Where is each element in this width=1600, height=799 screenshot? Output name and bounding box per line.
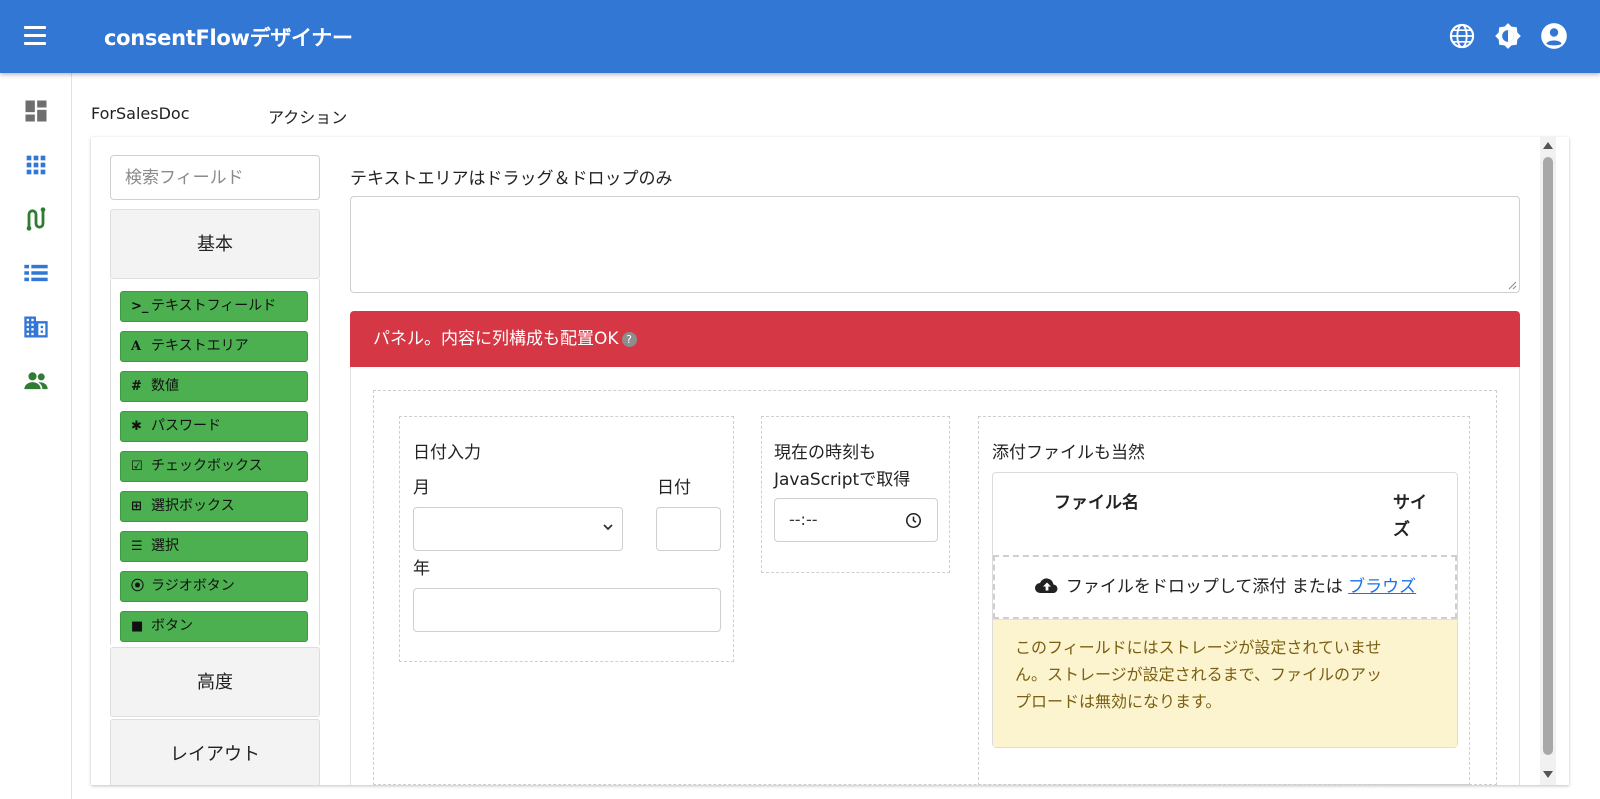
tab-forsalesdoc[interactable]: ForSalesDoc [91,104,190,123]
form-builder-card: 基本 >_テキストフィールド A テキストエリア # 数値 ✱ パスワード ☑ チェック… [91,137,1569,785]
component-label: テキストエリア [151,338,249,354]
component-label: ラジオボタン [151,578,235,594]
component-label: パスワード [151,418,221,434]
globe-icon[interactable] [1448,22,1476,50]
hash-icon: # [131,379,142,394]
building-icon[interactable] [22,313,50,341]
component-password[interactable]: ✱ パスワード [120,411,308,442]
date-label: 日付入力 [413,443,481,463]
component-checkbox[interactable]: ☑ チェックボックス [120,451,308,482]
apps-grid-icon[interactable] [22,151,50,179]
asterisk-icon: ✱ [131,419,142,434]
component-text-area[interactable]: A テキストエリア [120,331,308,362]
time-label-line2: JavaScriptで取得 [774,470,911,490]
side-rail [0,73,72,799]
component-select-boxes[interactable]: ⊞ 選択ボックス [120,491,308,522]
time-label-line1: 現在の時刻も [774,443,876,463]
file-dropzone[interactable]: ファイルをドロップして添付 または ブラウズ [993,555,1457,619]
radio-icon: ⦿ [131,579,145,594]
scrollbar-thumb[interactable] [1543,157,1553,755]
terminal-icon: >_ [131,299,149,314]
app-title: consentFlowデザイナー [104,26,353,50]
tab-actions[interactable]: アクション [268,104,347,128]
component-number[interactable]: # 数値 [120,371,308,402]
browse-link[interactable]: ブラウズ [1348,577,1416,597]
month-select[interactable] [413,507,623,551]
warning-text-line2: ん。ストレージが設定されるまで、ファイルのアッ [1015,665,1383,684]
stop-icon: ■ [131,619,144,634]
resize-handle-icon[interactable] [1508,281,1517,290]
time-value: --:-- [789,510,818,529]
file-label: 添付ファイルも当然 [992,443,1145,463]
column-header-size-line1: サイ [1393,493,1427,513]
component-select[interactable]: ☰ 選択 [120,531,308,562]
checkbox-icon: ☑ [131,459,143,474]
component-button[interactable]: ■ ボタン [120,611,308,642]
group-advanced-header[interactable]: 高度 [110,647,320,717]
group-layout-header[interactable]: レイアウト [110,719,320,785]
brightness-icon[interactable] [1494,22,1522,50]
textarea-label: テキストエリアはドラッグ＆ドロップのみ [350,169,673,189]
component-label: ボタン [151,618,193,634]
column-header-size-line2: ズ [1393,520,1410,540]
file-table: ファイル名 サイ ズ ファイルをドロップして添付 または ブラウズ このフィール… [992,472,1458,748]
people-icon[interactable] [22,367,50,395]
warning-text-line3: プロードは無効になります。 [1015,692,1222,711]
font-icon: A [131,339,142,354]
time-input[interactable]: --:-- [774,498,938,542]
day-label: 日付 [657,478,691,498]
textarea-input[interactable] [350,196,1520,293]
app-bar: consentFlowデザイナー [0,0,1600,73]
component-radio[interactable]: ⦿ ラジオボタン [120,571,308,602]
day-input[interactable] [656,507,721,551]
component-label: 数値 [151,378,179,394]
chevron-down-icon [603,524,613,531]
help-icon[interactable]: ? [621,332,637,347]
list-icon[interactable] [22,259,50,287]
cloud-upload-icon [1034,578,1058,593]
list-icon: ☰ [131,539,143,554]
menu-icon[interactable] [20,24,52,50]
component-label: 選択ボックス [151,498,235,514]
panel-header[interactable]: パネル。内容に列構成も配置OK? [350,311,1520,367]
month-label: 月 [413,478,430,498]
column-header-filename: ファイル名 [1054,493,1139,513]
year-label: 年 [413,559,430,579]
scroll-down-arrow-icon[interactable] [1543,771,1553,778]
dashboard-icon[interactable] [22,97,50,125]
clock-icon[interactable] [905,512,922,529]
panel-title: パネル。内容に列構成も配置OK [373,329,619,349]
drop-text: ファイルをドロップして添付 または [1065,577,1343,597]
plus-square-icon: ⊞ [131,499,142,514]
route-icon[interactable] [22,205,50,233]
year-input[interactable] [413,588,721,632]
component-label: 選択 [151,538,179,554]
component-text-field[interactable]: >_ テキストフィールド [120,291,308,322]
scroll-up-arrow-icon[interactable] [1543,142,1553,149]
component-label: チェックボックス [151,458,263,474]
warning-text-line1: このフィールドにはストレージが設定されていませ [1015,638,1382,657]
vertical-scrollbar[interactable] [1540,137,1556,785]
storage-warning: このフィールドにはストレージが設定されていませ ん。ストレージが設定されるまで、… [993,619,1457,747]
account-icon[interactable] [1540,22,1568,50]
search-input[interactable] [110,155,320,200]
component-label: テキストフィールド [151,298,277,314]
group-basic-body: >_ テキストフィールド A テキストエリア # 数値 ✱ パスワード ☑ チェックボック… [110,279,320,645]
group-basic-header[interactable]: 基本 [110,209,320,279]
